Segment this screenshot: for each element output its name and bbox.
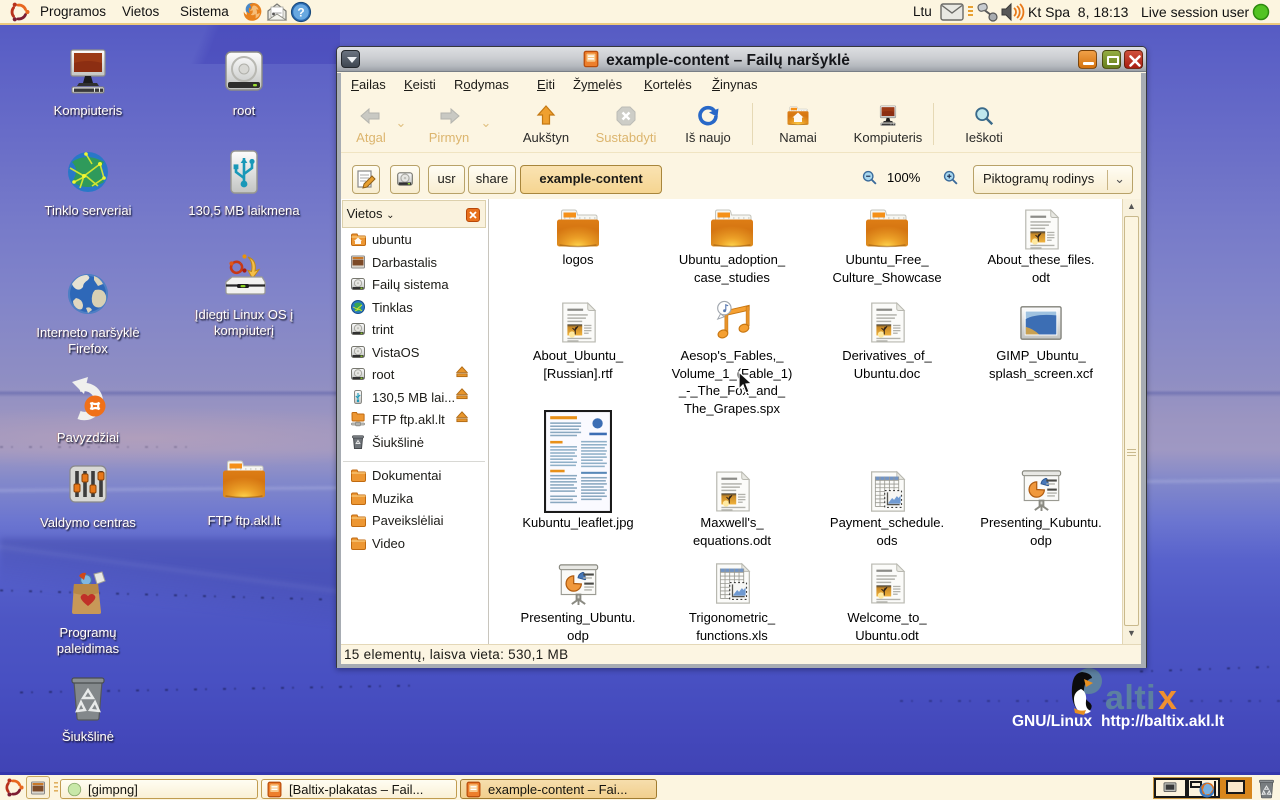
- svg-text:alti: alti: [1105, 679, 1156, 717]
- svg-text:GNU/Linux: GNU/Linux: [1012, 713, 1092, 730]
- svg-text:http://baltix.akl.lt: http://baltix.akl.lt: [1101, 713, 1224, 730]
- svg-text:?: ?: [297, 6, 304, 20]
- svg-text:x: x: [1158, 679, 1177, 717]
